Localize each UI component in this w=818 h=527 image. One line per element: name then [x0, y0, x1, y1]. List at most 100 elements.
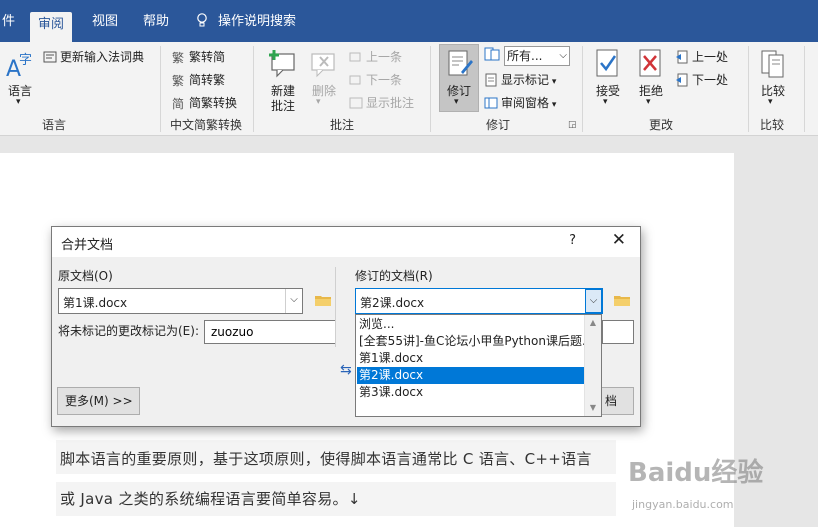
new-comment-icon: [269, 50, 295, 78]
next-change-button[interactable]: 下一处: [675, 71, 728, 88]
previous-change-button[interactable]: 上一处: [675, 48, 728, 65]
dialog-title: 合并文档: [61, 238, 114, 253]
folder-icon[interactable]: [315, 294, 331, 306]
revised-unmarked-input[interactable]: [602, 320, 634, 344]
dropdown-item[interactable]: 第1课.docx: [357, 350, 584, 367]
document-text-line[interactable]: 脚本语言的重要原则，基于这项原则，使得脚本语言通常比 C 语言、C++语言: [60, 448, 592, 469]
unmarked-changes-label: 将未标记的更改标记为(E):: [58, 324, 199, 338]
dropdown-item-browse[interactable]: 浏览...: [357, 316, 584, 333]
help-button[interactable]: ?: [569, 233, 576, 248]
more-button[interactable]: 更多(M) >>: [57, 387, 140, 415]
trad-to-simp-label: 繁转简: [189, 50, 226, 64]
original-document-combo[interactable]: 第1课.docx ⌵: [58, 288, 303, 314]
accept-button[interactable]: 接受: [596, 82, 620, 99]
svg-text:繁: 繁: [172, 50, 184, 64]
show-markup-label: 显示标记: [501, 73, 550, 87]
document-text-line[interactable]: 或 Java 之类的系统编程语言要简单容易。↓: [60, 488, 361, 509]
new-comment-button-line2[interactable]: 批注: [271, 97, 295, 114]
tab-view[interactable]: 视图: [84, 10, 126, 34]
scroll-up-icon[interactable]: ▲: [585, 315, 601, 331]
tell-me-search[interactable]: 操作说明搜索: [188, 10, 304, 34]
accept-icon: [596, 49, 618, 77]
reviewing-pane-icon: [484, 97, 498, 109]
next-comment-button[interactable]: 下一条: [349, 71, 402, 88]
tracking-group-label: 修订: [486, 118, 511, 132]
conversion-icon: 简: [172, 97, 184, 110]
simp-to-trad-label: 简转繁: [189, 73, 226, 87]
chevron-down-icon: ▾: [16, 97, 21, 107]
trad-simp-icon: 繁: [172, 50, 184, 64]
tell-me-label: 操作说明搜索: [218, 14, 297, 29]
dropdown-item[interactable]: [全套55讲]-鱼C论坛小甲鱼Python课后题.c: [357, 333, 584, 350]
baidu-watermark: Baidu经验: [628, 458, 764, 488]
reject-icon: [639, 49, 661, 77]
show-comments-button[interactable]: 显示批注: [349, 94, 414, 111]
svg-text:繁: 繁: [172, 73, 184, 87]
delete-comment-icon: [311, 53, 335, 78]
dropdown-item-selected[interactable]: 第2课.docx: [357, 367, 584, 384]
show-markup-icon: [485, 73, 497, 87]
previous-change-label: 上一处: [692, 50, 729, 64]
revised-document-label: 修订的文档(R): [355, 269, 433, 283]
ribbon: A 字 语言 ▾ 更新输入法词典 语言 繁繁转简 繁简转繁 简简繁转换 中文简繁…: [0, 42, 818, 136]
revised-document-value: 第2课.docx: [360, 296, 425, 310]
folder-icon[interactable]: [614, 294, 630, 306]
simplified-to-traditional-button[interactable]: 繁简转繁: [172, 71, 225, 88]
language-icon: A 字: [6, 53, 32, 80]
previous-change-icon: [676, 50, 688, 64]
swap-documents-icon[interactable]: ⇆: [340, 362, 352, 378]
update-ime-dictionary-button[interactable]: 更新输入法词典: [43, 48, 144, 65]
reject-button[interactable]: 拒绝: [639, 82, 663, 99]
chevron-down-icon[interactable]: ⌵: [585, 289, 602, 313]
compare-group-label: 比较: [760, 118, 785, 132]
svg-text:字: 字: [19, 53, 32, 68]
original-document-label: 原文档(O): [58, 269, 113, 283]
chevron-down-icon[interactable]: ⌵: [285, 289, 302, 313]
chinese-conversion-button[interactable]: 简简繁转换: [172, 94, 237, 111]
dialog-divider: [335, 267, 336, 347]
chevron-down-icon: ▾: [768, 97, 773, 107]
show-markup-button[interactable]: 显示标记 ▾: [484, 71, 556, 88]
compare-button[interactable]: 比较: [761, 82, 785, 99]
display-for-review-value: 所有...: [507, 49, 543, 63]
original-document-value: 第1课.docx: [63, 296, 128, 310]
ok-button[interactable]: 档: [597, 387, 634, 415]
show-comments-label: 显示批注: [366, 96, 415, 110]
tab-file[interactable]: 件: [0, 10, 23, 34]
show-comments-icon: [349, 97, 363, 109]
previous-comment-button[interactable]: 上一条: [349, 48, 402, 65]
chinese-conversion-label: 简繁转换: [189, 96, 238, 110]
compare-icon: [761, 50, 784, 78]
chevron-down-icon: ▾: [646, 97, 651, 107]
language-group-label: 语言: [42, 118, 67, 132]
unmarked-changes-input[interactable]: [204, 320, 336, 344]
chevron-down-icon: ▾: [316, 97, 321, 107]
previous-comment-label: 上一条: [366, 50, 403, 64]
display-for-review-icon: [484, 47, 500, 61]
chevron-down-icon: ▾: [454, 97, 459, 107]
scroll-down-icon[interactable]: ▼: [585, 400, 601, 416]
display-for-review-select[interactable]: 所有... ⌵: [504, 46, 570, 66]
reviewing-pane-button[interactable]: 审阅窗格 ▾: [484, 94, 556, 111]
unmarked-changes-field[interactable]: [205, 321, 335, 343]
lightbulb-icon: [197, 13, 207, 27]
chinese-conversion-group-label: 中文简繁转换: [170, 118, 243, 132]
dropdown-scrollbar[interactable]: ▲ ▼: [584, 315, 601, 416]
comments-group-label: 批注: [330, 118, 355, 132]
tab-review[interactable]: 审阅: [30, 12, 73, 42]
baidu-watermark-url: jingyan.baidu.com: [632, 498, 734, 511]
simp-trad-icon: 繁: [172, 73, 184, 87]
tab-help[interactable]: 帮助: [135, 10, 177, 34]
dictionary-icon: [43, 51, 57, 63]
close-icon[interactable]: ✕: [612, 230, 626, 250]
previous-comment-icon: [349, 52, 361, 62]
revised-document-dropdown: 浏览... [全套55讲]-鱼C论坛小甲鱼Python课后题.c 第1课.doc…: [355, 314, 602, 417]
revised-document-combo[interactable]: 第2课.docx ⌵: [355, 288, 603, 314]
update-ime-dictionary-label: 更新输入法词典: [60, 50, 145, 64]
dialog-title-bar: 合并文档 ? ✕: [52, 227, 640, 257]
svg-text:简: 简: [172, 97, 184, 110]
track-changes-button[interactable]: 修订: [447, 82, 471, 99]
dialog-launcher-icon[interactable]: ◲: [568, 120, 577, 130]
dropdown-item[interactable]: 第3课.docx: [357, 384, 584, 401]
traditional-to-simplified-button[interactable]: 繁繁转简: [172, 48, 225, 65]
